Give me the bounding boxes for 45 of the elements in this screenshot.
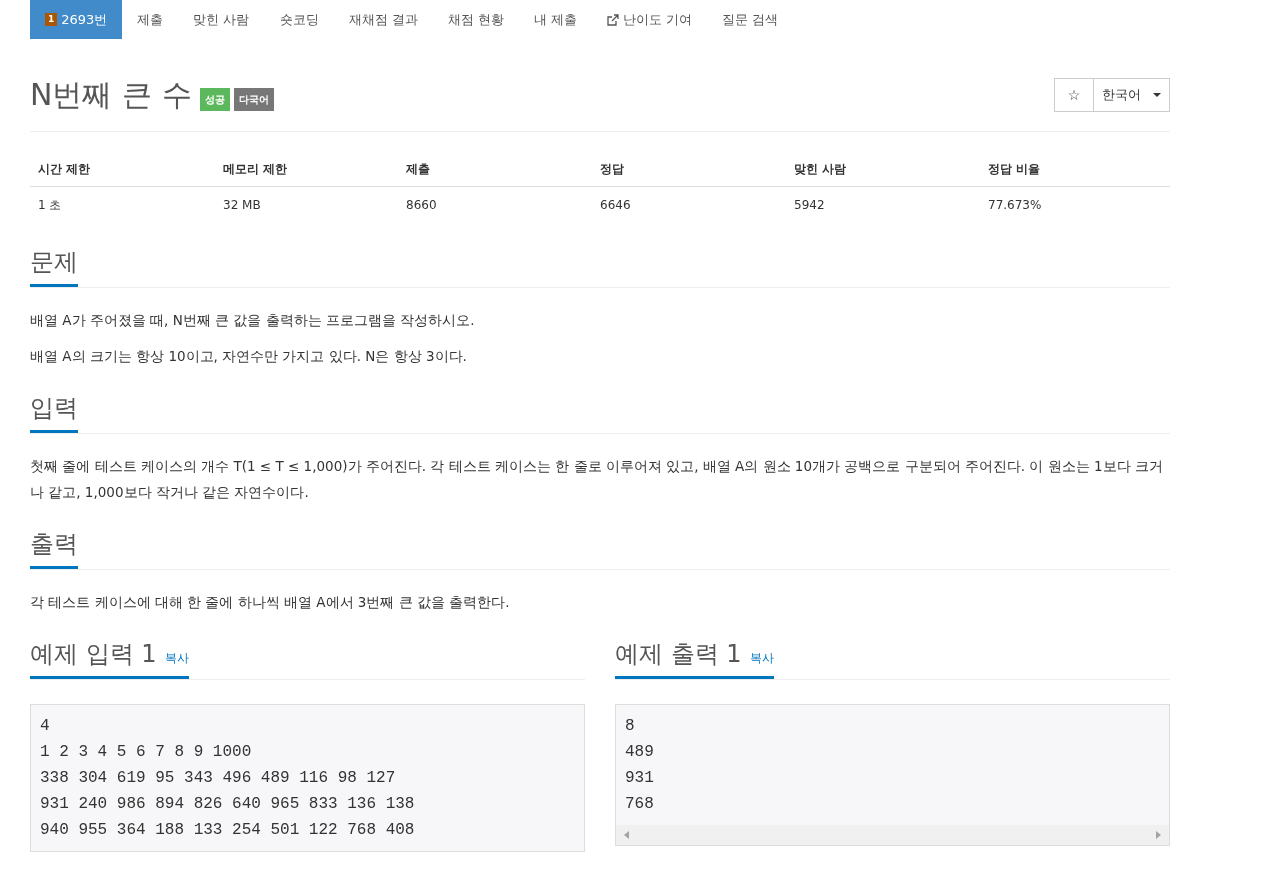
nav-tab[interactable]: 제출 [122, 0, 179, 39]
star-button[interactable]: ☆ [1055, 79, 1094, 111]
nav-tab[interactable]: 질문 검색 [707, 0, 794, 39]
column-header: 제출 [406, 162, 430, 176]
problem-title: N번째 큰 수 [30, 77, 192, 113]
section-heading: 입력 [30, 393, 78, 423]
section-heading: 예제 출력 1 [615, 639, 742, 669]
scroll-left-icon[interactable] [624, 831, 629, 839]
column-header: 메모리 제한 [223, 162, 288, 176]
problem-text: 각 테스트 케이스에 대해 한 줄에 하나씩 배열 A에서 3번째 큰 값을 출력한다. [30, 593, 511, 612]
column-header: 정답 비율 [988, 162, 1041, 176]
table-cell: 6646 [600, 198, 631, 212]
nav-tab[interactable]: 난이도 기여 [591, 0, 708, 39]
section-heading: 문제 [30, 247, 78, 277]
nav-tab[interactable]: 내 제출 [518, 0, 592, 39]
table-cell: 5942 [794, 198, 825, 212]
nav-tab[interactable]: 1 2693번 [30, 0, 123, 39]
caret-icon [1153, 93, 1161, 97]
table-cell: 32 MB [223, 198, 261, 212]
table-cell: 1 초 [38, 198, 62, 212]
nav-tab[interactable]: 재채점 결과 [333, 0, 433, 39]
external-link-icon [606, 13, 619, 26]
copy-link[interactable]: 복사 [164, 649, 189, 667]
problem-text: 배열 A가 주어졌을 때, N번째 큰 값을 출력하는 프로그램을 작성하시오. [30, 311, 476, 330]
status-label: 다국어 [233, 88, 274, 111]
nav-tab[interactable]: 숏코딩 [264, 0, 334, 39]
column-header: 정답 [600, 162, 624, 176]
tier-badge: 1 [45, 13, 58, 26]
nav-tab[interactable]: 맞힌 사람 [178, 0, 265, 39]
section-heading: 예제 입력 1 [30, 639, 157, 669]
language-dropdown[interactable]: 한국어 [1094, 79, 1169, 111]
problem-text: 첫째 줄에 테스트 케이스의 개수 T(1 ≤ T ≤ 1,000)가 주어진다. 각 테스트 케이스는 한 줄로 이루어져 있고, 배열 A의 원소 10개가 공백으로 구분되어 주어진다. 이 원소는 1보다 크거나 같고, 1,000보다 작거나 같은 자연수이다. [30, 457, 1164, 502]
column-header: 맞힌 사람 [794, 162, 847, 176]
copy-link[interactable]: 복사 [749, 649, 774, 667]
nav-tab[interactable]: 채점 현황 [432, 0, 519, 39]
sample-code: 8 489 931 768 [624, 716, 655, 815]
problem-text: 배열 A의 크기는 항상 10이고, 자연수만 가지고 있다. N은 항상 3이다. [30, 347, 468, 366]
table-cell: 77.673% [988, 198, 1042, 212]
column-header: 시간 제한 [38, 162, 91, 176]
sample-code: 4 1 2 3 4 5 6 7 8 9 1000 338 304 619 95 343 496 489 116 98 127 931 240 986 894 826 640 965 833 136 138 940 955 364 188 133 254 501 122 768 408 [39, 716, 416, 841]
horizontal-scrollbar[interactable] [616, 825, 1169, 845]
table-cell: 8660 [406, 198, 437, 212]
status-label: 성공 [199, 88, 230, 111]
scroll-right-icon[interactable] [1156, 831, 1161, 839]
section-heading: 출력 [30, 529, 78, 559]
